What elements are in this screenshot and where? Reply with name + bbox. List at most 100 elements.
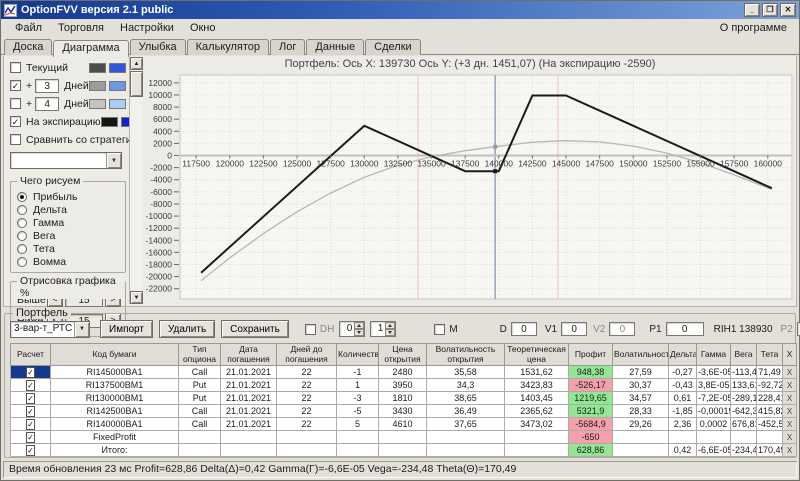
radio-icon[interactable] xyxy=(17,204,27,215)
table-row: ✓ RI145000BA1 Call 21.01.2021 22 -1 2480 35,58 1… xyxy=(10,365,797,379)
dh-spinner-2-value: 1 xyxy=(377,323,384,334)
data-cell: 0,0002 xyxy=(696,417,731,431)
minimize-button[interactable]: _ xyxy=(744,3,760,17)
spin-down-icon[interactable] xyxy=(354,329,365,336)
color-swatch[interactable] xyxy=(109,98,126,109)
current-checkbox[interactable] xyxy=(10,62,21,73)
draw-group-label: Чего рисуем xyxy=(17,175,84,187)
draw-option-гамма[interactable]: Гамма xyxy=(17,216,121,229)
tab-сделки[interactable]: Сделки xyxy=(365,39,421,55)
calc-cell[interactable]: ✓ xyxy=(10,417,51,431)
calc-checkbox[interactable]: ✓ xyxy=(26,380,35,391)
maximize-button[interactable]: ❐ xyxy=(762,3,778,17)
draw-option-вомма[interactable]: Вомма xyxy=(17,255,121,268)
payoff-chart[interactable]: 12000 10000 8000 6000 4000 2000 0 -2000 -4000 -60… xyxy=(146,71,798,305)
color-swatch[interactable] xyxy=(89,98,106,109)
color-swatch[interactable] xyxy=(100,116,118,127)
radio-icon[interactable] xyxy=(17,243,27,254)
tab-диаграмма[interactable]: Диаграмма xyxy=(53,40,129,57)
portfolio-select[interactable]: 3-вар-т_РТС ▼ xyxy=(10,320,90,338)
close-button[interactable]: ✕ xyxy=(780,3,796,17)
calc-checkbox[interactable]: ✓ xyxy=(26,367,35,378)
scrollbar-thumb[interactable] xyxy=(130,71,143,97)
calc-checkbox[interactable]: ✓ xyxy=(26,406,35,417)
dh-checkbox[interactable] xyxy=(304,323,316,335)
delete-row-button[interactable]: X xyxy=(782,391,797,405)
menu-item-1[interactable]: Файл xyxy=(7,21,50,35)
radio-icon[interactable] xyxy=(17,217,27,228)
color-swatch[interactable] xyxy=(89,80,106,91)
spin-up-icon[interactable] xyxy=(354,322,365,329)
tab-данные[interactable]: Данные xyxy=(306,39,365,55)
chevron-down-icon[interactable]: ▼ xyxy=(74,321,89,337)
d-field[interactable]: 0 xyxy=(510,322,537,336)
draw-option-вега[interactable]: Вега xyxy=(17,229,121,242)
m-checkbox[interactable] xyxy=(434,323,446,335)
plus-3-days-checkbox[interactable]: ✓ xyxy=(10,80,21,91)
delete-row-button[interactable]: X xyxy=(782,430,797,444)
radio-icon[interactable] xyxy=(17,191,27,202)
draw-option-дельта[interactable]: Дельта xyxy=(17,203,121,216)
title-bar[interactable]: OptionFVV версия 2.1 public _ ❐ ✕ xyxy=(1,1,799,19)
scroll-up-icon[interactable]: ▲ xyxy=(130,57,143,70)
menu-item-3[interactable]: Настройки xyxy=(112,21,182,35)
color-swatches xyxy=(89,80,126,91)
delete-row-button[interactable]: X xyxy=(782,378,797,392)
calc-checkbox[interactable]: ✓ xyxy=(26,393,35,404)
dh-spinner-2[interactable]: 1 xyxy=(370,321,397,337)
delete-row-button[interactable]: X xyxy=(782,417,797,431)
plus-4-days-checkbox[interactable] xyxy=(10,98,21,109)
color-swatch[interactable] xyxy=(109,80,126,91)
menu-item-2[interactable]: Торговля xyxy=(50,21,112,35)
import-button[interactable]: Импорт xyxy=(100,320,153,338)
tab-калькулятор[interactable]: Калькулятор xyxy=(186,39,270,55)
color-swatch[interactable] xyxy=(109,62,126,73)
side-panel-scrollbar[interactable]: ▲ ▼ xyxy=(129,57,143,304)
calc-cell[interactable]: ✓ xyxy=(10,404,51,418)
calc-checkbox[interactable]: ✓ xyxy=(26,432,35,443)
data-cell xyxy=(504,430,569,444)
x-tick-label: 157500 xyxy=(720,159,749,169)
compare-strategy-checkbox[interactable] xyxy=(10,134,21,145)
plus-3-days-input[interactable]: 3 xyxy=(35,78,60,93)
spin-up-icon[interactable] xyxy=(385,322,396,329)
calc-cell[interactable]: ✓ xyxy=(10,378,51,392)
calc-cell[interactable]: ✓ xyxy=(10,391,51,405)
strategy-select[interactable]: ▼ xyxy=(10,152,122,169)
data-cell: 21.01.2021 xyxy=(220,365,277,379)
plus-4-days-input[interactable]: 4 xyxy=(35,96,60,111)
calc-checkbox[interactable]: ✓ xyxy=(26,445,35,456)
spin-down-icon[interactable] xyxy=(385,329,396,336)
tab-доска[interactable]: Доска xyxy=(4,39,53,55)
menu-item-about[interactable]: О программе xyxy=(714,21,793,35)
delete-button[interactable]: Удалить xyxy=(158,320,216,338)
calc-cell[interactable]: ✓ xyxy=(10,430,51,444)
draw-option-тета[interactable]: Тета xyxy=(17,242,121,255)
calc-checkbox[interactable]: ✓ xyxy=(26,419,35,430)
calc-cell[interactable]: ✓ xyxy=(10,365,51,379)
delete-row-button[interactable]: X xyxy=(782,365,797,379)
data-cell: 36,49 xyxy=(426,404,505,418)
tab-лог[interactable]: Лог xyxy=(270,39,306,55)
tab-улыбка[interactable]: Улыбка xyxy=(129,39,186,55)
draw-option-прибыль[interactable]: Прибыль xyxy=(17,190,121,203)
delete-row-button[interactable]: X xyxy=(782,404,797,418)
draw-option-label: Гамма xyxy=(33,216,65,229)
save-button[interactable]: Сохранить xyxy=(221,320,289,338)
dh-spinner-1[interactable]: 0 xyxy=(339,321,366,337)
scroll-down-icon[interactable]: ▼ xyxy=(130,291,143,304)
radio-icon[interactable] xyxy=(17,256,27,267)
p1-field[interactable]: 0 xyxy=(665,322,704,336)
column-header: Расчет xyxy=(10,343,51,366)
chevron-down-icon[interactable]: ▼ xyxy=(106,153,121,168)
expiration-checkbox[interactable]: ✓ xyxy=(10,116,21,127)
delete-row-button[interactable]: X xyxy=(782,443,797,457)
v1-field[interactable]: 0 xyxy=(561,322,588,336)
color-swatch[interactable] xyxy=(89,62,106,73)
data-cell: -0,27 xyxy=(668,365,697,379)
radio-icon[interactable] xyxy=(17,230,27,241)
calc-cell[interactable]: ✓ xyxy=(10,443,51,457)
data-cell: 133,61 xyxy=(730,378,757,392)
portfolio-select-value: 3-вар-т_РТС xyxy=(14,322,73,334)
menu-item-4[interactable]: Окно xyxy=(182,21,224,35)
